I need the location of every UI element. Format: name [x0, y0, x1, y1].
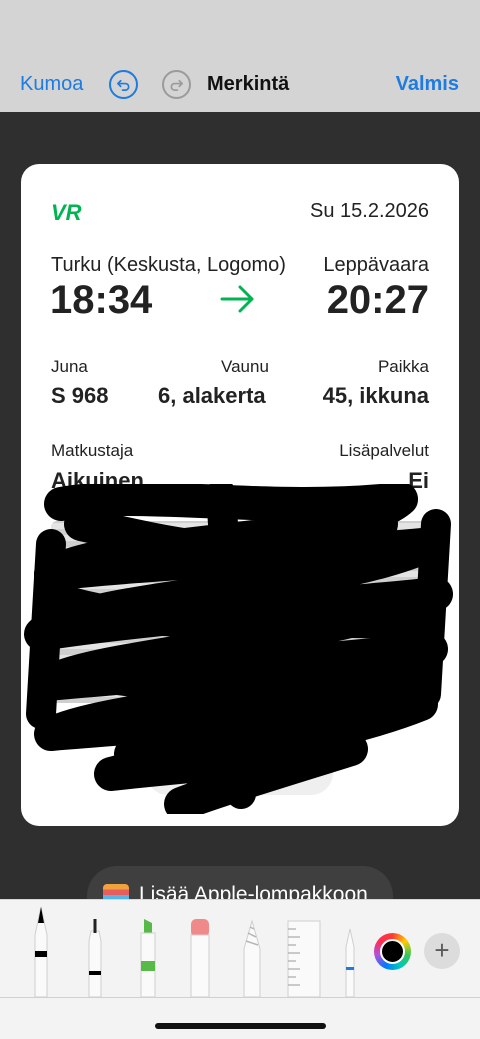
- undo-icon[interactable]: [109, 70, 138, 99]
- drawing-tools-tray: +: [0, 899, 480, 997]
- car-label: Vaunu: [221, 357, 269, 376]
- eraser-tool-icon[interactable]: [188, 917, 212, 997]
- car-value: 6, alakerta: [158, 383, 266, 408]
- add-tool-button[interactable]: +: [424, 933, 460, 969]
- seat-label: Paikka: [377, 357, 429, 376]
- cancel-button[interactable]: Kumoa: [20, 73, 83, 96]
- ruler-tool-icon[interactable]: [286, 919, 322, 997]
- redo-icon[interactable]: [162, 70, 191, 99]
- train-label: Juna: [51, 357, 88, 376]
- redaction-scribble: [24, 484, 453, 814]
- departure-station: Turku (Keskusta, Logomo): [51, 254, 286, 276]
- ticket-card: VR Su 15.2.2026 Turku (Keskusta, Logomo)…: [21, 164, 459, 826]
- arrival-time: 20:27: [326, 278, 429, 322]
- lasso-tool-icon[interactable]: [240, 919, 264, 997]
- vr-logo: VR: [51, 202, 82, 222]
- selected-color-swatch: [380, 939, 405, 964]
- color-picker-icon[interactable]: [374, 933, 411, 970]
- travel-date: Su 15.2.2026: [310, 200, 429, 222]
- passenger-label: Matkustaja: [51, 441, 134, 460]
- departure-time: 18:34: [50, 278, 153, 322]
- highlighter-tool-icon[interactable]: [136, 919, 160, 997]
- home-indicator[interactable]: [155, 1023, 326, 1029]
- svg-text:VR: VR: [51, 202, 82, 222]
- extras-label: Lisäpalvelut: [339, 441, 429, 460]
- train-value: S 968: [51, 383, 109, 408]
- markup-toolbar: Kumoa Merkintä Valmis: [0, 0, 480, 112]
- fineliner-tool-icon[interactable]: [83, 919, 107, 997]
- pen-tool-icon[interactable]: [29, 905, 53, 997]
- page-title: Merkintä: [207, 73, 290, 95]
- home-indicator-area: [0, 997, 480, 1039]
- pencil-tool-icon[interactable]: [340, 927, 356, 997]
- done-button[interactable]: Valmis: [396, 73, 459, 96]
- arrow-right-icon: [220, 285, 254, 313]
- seat-value: 45, ikkuna: [322, 383, 429, 408]
- arrival-station: Leppävaara: [323, 254, 429, 276]
